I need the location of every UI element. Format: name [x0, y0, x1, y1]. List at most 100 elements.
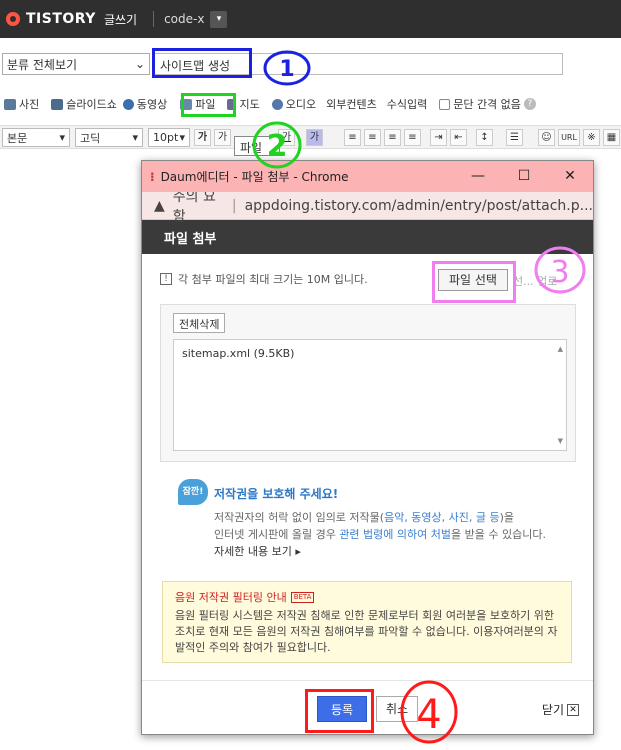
no-paragraph-gap-label: 문단 간격 없음	[453, 98, 521, 111]
title-input[interactable]: 사이트맵 생성	[153, 53, 563, 75]
list-item[interactable]: sitemap.xml (9.5KB)	[182, 347, 294, 360]
insert-video-button[interactable]: 동영상	[122, 96, 168, 112]
paragraph-style-value: 본문	[7, 131, 28, 145]
special-char-button[interactable]: ※	[583, 129, 600, 146]
beta-badge: BETA	[290, 591, 315, 603]
emoticon-icon: ☺	[541, 132, 552, 143]
list-button[interactable]: ☰	[506, 129, 523, 146]
insert-audio-button[interactable]: 오디오	[271, 96, 316, 112]
video-label: 동영상	[136, 98, 168, 111]
close-button[interactable]: 닫기 ✕	[542, 701, 579, 718]
insert-photo-button[interactable]: 사진	[4, 96, 39, 112]
page-subtitle: 글쓰기	[103, 12, 138, 27]
url-button[interactable]: URL	[558, 129, 580, 146]
tistory-favicon-icon: ⁝	[150, 169, 155, 184]
insert-file-button[interactable]: 파일	[180, 96, 215, 112]
cancel-button[interactable]: 취소	[376, 696, 418, 722]
emoticon-button[interactable]: ☺	[538, 129, 555, 146]
choose-file-button[interactable]: 파일 선택	[438, 269, 508, 291]
file-list[interactable]: sitemap.xml (9.5KB) ▲ ▼	[173, 339, 567, 451]
italic-button[interactable]: 가	[214, 129, 231, 146]
delete-all-button[interactable]: 전체삭제	[173, 313, 226, 333]
warning-icon[interactable]: ▲	[154, 198, 165, 214]
size-notice-text: 각 첨부 파일의 최대 크기는 10M 입니다.	[178, 273, 368, 286]
align-justify-button[interactable]: ≡	[404, 129, 421, 146]
align-left-icon: ≡	[348, 132, 357, 143]
close-label: 닫기	[541, 703, 564, 717]
file-label: 파일	[195, 98, 216, 111]
slideshow-icon	[51, 98, 64, 110]
register-button[interactable]: 등록	[317, 696, 367, 722]
help-icon[interactable]: ?	[523, 98, 536, 110]
chevron-down-icon: ▾	[132, 131, 138, 144]
chrome-titlebar: ⁝ Daum에디터 - 파일 첨부 - Chrome — ☐ ✕	[142, 161, 593, 192]
map-label: 지도	[239, 98, 260, 111]
choose-file-trailing-text: 선... 업로	[513, 275, 558, 288]
underline-button[interactable]: 가	[278, 129, 295, 146]
align-center-icon: ≡	[368, 132, 377, 143]
align-center-button[interactable]: ≡	[364, 129, 381, 146]
music-filter-title-row: 음원 저작권 필터링 안내 BETA	[175, 589, 315, 605]
copyright-line2-text: 인터넷 게시판에 올릴 경우	[214, 528, 340, 541]
bold-button[interactable]: 가	[194, 129, 211, 146]
indent-button[interactable]: ⇥	[430, 129, 447, 146]
align-left-button[interactable]: ≡	[344, 129, 361, 146]
address-bar[interactable]: ▲ 주의 요함 | appdoing.tistory.com/admin/ent…	[142, 189, 593, 225]
tistory-logo-icon	[6, 12, 20, 26]
format-toolbar: 본문 ▾ 고딕 ▾ 10pt ▾ 가 가 가 가 ≡ ≡ ≡ ≡ ⇥ ⇤ ↕ ☰…	[0, 125, 621, 149]
outdent-icon: ⇤	[454, 132, 463, 143]
photo-label: 사진	[19, 98, 40, 111]
checkbox-icon[interactable]	[439, 98, 451, 110]
scroll-down-icon[interactable]: ▼	[558, 437, 563, 445]
copyright-title: 저작권을 보호해 주세요!	[214, 487, 339, 501]
outdent-button[interactable]: ⇤	[450, 129, 467, 146]
close-window-button[interactable]: ✕	[547, 161, 593, 192]
table-button[interactable]: ▦	[603, 129, 620, 146]
font-size-select[interactable]: 10pt ▾	[148, 128, 190, 147]
file-tooltip: 파일	[234, 136, 280, 156]
copyright-works-link[interactable]: 음악, 동영상, 사진, 글 등	[384, 511, 500, 524]
close-icon: ✕	[564, 168, 576, 184]
align-right-icon: ≡	[388, 132, 397, 143]
photo-icon	[4, 98, 16, 110]
copyright-line1-end: )을	[499, 511, 515, 524]
maximize-button[interactable]: ☐	[501, 161, 547, 192]
insert-external-button[interactable]: 외부컨텐츠	[326, 96, 377, 112]
file-attach-dialog: ⁝ Daum에디터 - 파일 첨부 - Chrome — ☐ ✕ ▲ 주의 요함…	[141, 160, 594, 735]
line-height-button[interactable]: ↕	[476, 129, 493, 146]
minimize-icon: —	[471, 168, 485, 184]
address-url[interactable]: appdoing.tistory.com/admin/entry/post/at…	[245, 198, 593, 214]
align-right-button[interactable]: ≡	[384, 129, 401, 146]
copyright-more-link[interactable]: 자세한 내용 보기 ▸	[214, 543, 301, 559]
minimize-button[interactable]: —	[455, 161, 501, 192]
brand-name[interactable]: TISTORY	[26, 11, 96, 27]
scroll-up-icon[interactable]: ▲	[558, 345, 563, 353]
file-icon	[180, 98, 193, 110]
insert-slideshow-button[interactable]: 슬라이드쇼	[51, 96, 117, 112]
font-color-button[interactable]: 가	[306, 129, 323, 146]
copyright-law-link[interactable]: 관련 법령에 의하여 처벌	[339, 528, 451, 541]
chevron-down-icon: ⌄	[134, 57, 145, 71]
chevron-down-icon: ▾	[179, 131, 185, 144]
line-height-icon: ↕	[480, 132, 489, 143]
map-pin-icon	[227, 98, 237, 110]
no-paragraph-gap-toggle[interactable]: 문단 간격 없음 ?	[439, 96, 536, 112]
paragraph-style-select[interactable]: 본문 ▾	[2, 128, 70, 147]
info-icon: !	[160, 273, 172, 285]
music-filter-notice: 음원 저작권 필터링 안내 BETA 음원 필터링 시스템은 저작권 침해로 인…	[162, 581, 572, 663]
chevron-down-icon: ▾	[216, 14, 222, 24]
insert-formula-button[interactable]: 수식입력	[387, 96, 427, 112]
category-select[interactable]: 분류 전체보기 ⌄	[2, 53, 150, 75]
video-icon	[122, 98, 134, 110]
font-size-value: 10pt	[153, 131, 179, 144]
close-icon: ✕	[567, 703, 579, 716]
list-icon: ☰	[510, 132, 519, 143]
insert-map-button[interactable]: 지도	[227, 96, 260, 112]
category-value: 분류 전체보기	[7, 57, 78, 72]
music-filter-body: 음원 필터링 시스템은 저작권 침해로 인한 문제로부터 회원 여러분을 보호하…	[175, 609, 558, 654]
indent-icon: ⇥	[434, 132, 443, 143]
font-family-select[interactable]: 고딕 ▾	[75, 128, 143, 147]
blog-name[interactable]: code-x	[164, 12, 204, 26]
blog-dropdown-button[interactable]: ▾	[210, 10, 228, 28]
audio-icon	[271, 98, 283, 110]
